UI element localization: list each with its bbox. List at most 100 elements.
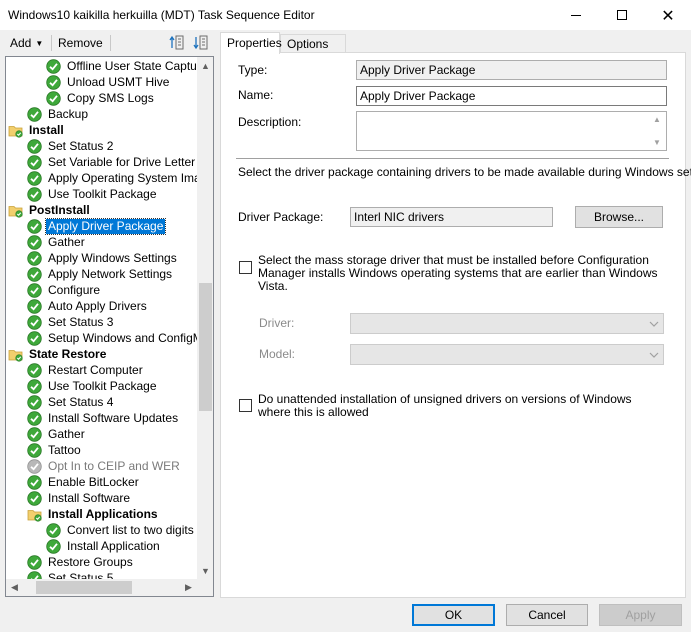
tree-step-item[interactable]: Copy SMS Logs [46, 90, 156, 106]
success-check-icon [27, 250, 42, 266]
toolbar-separator [51, 35, 52, 51]
tree-item-label: Apply Operating System Image [48, 170, 197, 185]
tree-step-item[interactable]: Setup Windows and ConfigMgr [27, 330, 197, 346]
chevron-down-icon [649, 321, 659, 327]
tree-step-item[interactable]: Apply Operating System Image [27, 170, 197, 186]
tree-step-item[interactable]: Gather [27, 234, 87, 250]
tree-step-item[interactable]: Restore Groups [27, 554, 135, 570]
scroll-down-arrow-icon[interactable]: ▼ [653, 138, 661, 147]
description-textarea[interactable]: ▲ ▼ [356, 111, 667, 151]
tree-step-item[interactable]: Restart Computer [27, 362, 145, 378]
cancel-button[interactable]: Cancel [506, 604, 588, 626]
scrollbar-corner [197, 579, 213, 596]
tab-properties[interactable]: Properties [220, 32, 282, 54]
tree-step-item[interactable]: Set Status 5 [27, 570, 115, 579]
task-sequence-tree[interactable]: Offline User State Capture Unload USMT Hi… [5, 56, 214, 597]
tree-step-item[interactable]: Tattoo [27, 442, 83, 458]
horizontal-scroll-thumb[interactable] [36, 581, 132, 594]
success-check-icon [27, 298, 42, 314]
tree-step-item[interactable]: Backup [27, 106, 90, 122]
tree-step-item[interactable]: Install Application [46, 538, 162, 554]
tree-item-label: Tattoo [48, 442, 81, 457]
tree-item-label: Convert list to two digits [67, 522, 194, 537]
tree-group-item[interactable]: Install Applications [27, 506, 160, 522]
tree-vertical-scrollbar[interactable]: ▲ ▼ [197, 57, 213, 579]
scroll-left-arrow-icon[interactable]: ◀ [6, 579, 23, 596]
close-button[interactable]: ✕ [645, 0, 691, 30]
success-check-icon [27, 106, 42, 122]
tree-item-label: Restore Groups [48, 554, 133, 569]
description-scrollbar[interactable]: ▲ ▼ [649, 112, 666, 150]
group-folder-icon [8, 203, 23, 218]
move-down-button[interactable] [192, 34, 209, 51]
name-field[interactable]: Apply Driver Package [356, 86, 667, 106]
tree-step-item[interactable]: Apply Driver Package [27, 217, 167, 235]
scroll-up-arrow-icon[interactable]: ▲ [197, 57, 213, 74]
tree-step-item[interactable]: Install Software Updates [27, 410, 180, 426]
tree-group-item[interactable]: State Restore [8, 346, 108, 362]
tree-step-item[interactable]: Unload USMT Hive [46, 74, 171, 90]
scroll-right-arrow-icon[interactable]: ▶ [180, 579, 197, 596]
apply-button[interactable]: Apply [599, 604, 682, 626]
disabled-check-icon [27, 458, 42, 474]
tree-item-label: PostInstall [29, 202, 90, 217]
success-check-icon [27, 554, 42, 570]
ok-button[interactable]: OK [412, 604, 495, 626]
move-up-button[interactable] [168, 34, 185, 51]
remove-button[interactable]: Remove [58, 36, 103, 50]
tree-step-item[interactable]: Set Status 3 [27, 314, 115, 330]
chevron-down-icon [649, 352, 659, 358]
success-check-icon [27, 266, 42, 282]
tree-step-item[interactable]: Set Status 4 [27, 394, 115, 410]
tree-viewport[interactable]: Offline User State Capture Unload USMT Hi… [6, 57, 197, 579]
section-divider [236, 158, 669, 159]
tree-step-item[interactable]: Configure [27, 282, 102, 298]
tree-item-label: Restart Computer [48, 362, 143, 377]
tree-step-item[interactable]: Set Variable for Drive Letter [27, 154, 197, 170]
tree-step-item[interactable]: Offline User State Capture [46, 58, 197, 74]
tree-group-item[interactable]: Install [8, 122, 66, 138]
tree-item-label: Install Applications [48, 506, 158, 521]
tree-item-label: Unload USMT Hive [67, 74, 170, 89]
success-check-icon [27, 394, 42, 410]
tab-options[interactable]: Options [280, 34, 346, 53]
unsigned-drivers-checkbox[interactable] [239, 399, 252, 412]
tree-step-item[interactable]: Enable BitLocker [27, 474, 141, 490]
scroll-up-arrow-icon[interactable]: ▲ [653, 115, 661, 124]
tree-item-label: Use Toolkit Package [48, 186, 157, 201]
driver-dropdown[interactable] [350, 313, 664, 334]
browse-button[interactable]: Browse... [575, 206, 663, 228]
tree-group-item[interactable]: PostInstall [8, 202, 92, 218]
add-menu-button[interactable]: Add ▼ [10, 36, 43, 50]
tree-step-item[interactable]: Gather [27, 426, 87, 442]
maximize-button[interactable] [599, 0, 645, 30]
group-folder-icon [27, 507, 42, 522]
model-dropdown[interactable] [350, 344, 664, 365]
mass-storage-checkbox[interactable] [239, 261, 252, 274]
tree-horizontal-scrollbar[interactable]: ◀ ▶ [6, 579, 197, 596]
minimize-button[interactable] [553, 0, 599, 30]
tree-item-label: Offline User State Capture [67, 58, 197, 73]
add-label: Add [10, 36, 32, 50]
success-check-icon [27, 378, 42, 394]
tree-step-item[interactable]: Install Software [27, 490, 132, 506]
tree-step-item[interactable]: Opt In to CEIP and WER [27, 458, 182, 474]
tree-step-item[interactable]: Set Status 2 [27, 138, 115, 154]
tree-step-item[interactable]: Convert list to two digits [46, 522, 196, 538]
tree-step-item[interactable]: Apply Windows Settings [27, 250, 179, 266]
vertical-scroll-thumb[interactable] [199, 283, 212, 411]
tree-item-label: Set Status 5 [48, 570, 114, 580]
unsigned-drivers-text: Do unattended installation of unsigned d… [258, 392, 632, 419]
success-check-icon [27, 314, 42, 330]
tree-item-label: Apply Windows Settings [48, 250, 177, 265]
tree-step-item[interactable]: Use Toolkit Package [27, 186, 159, 202]
tree-item-label: Apply Network Settings [48, 266, 173, 281]
success-check-icon [46, 522, 61, 538]
task-sequence-editor-window: Windows10 kaikilla herkuilla (MDT) Task … [0, 0, 691, 632]
scroll-down-arrow-icon[interactable]: ▼ [197, 562, 213, 579]
tree-item-label: Apply Driver Package [44, 217, 167, 235]
tree-step-item[interactable]: Auto Apply Drivers [27, 298, 149, 314]
tree-step-item[interactable]: Apply Network Settings [27, 266, 174, 282]
tree-step-item[interactable]: Use Toolkit Package [27, 378, 159, 394]
success-check-icon [46, 538, 61, 554]
